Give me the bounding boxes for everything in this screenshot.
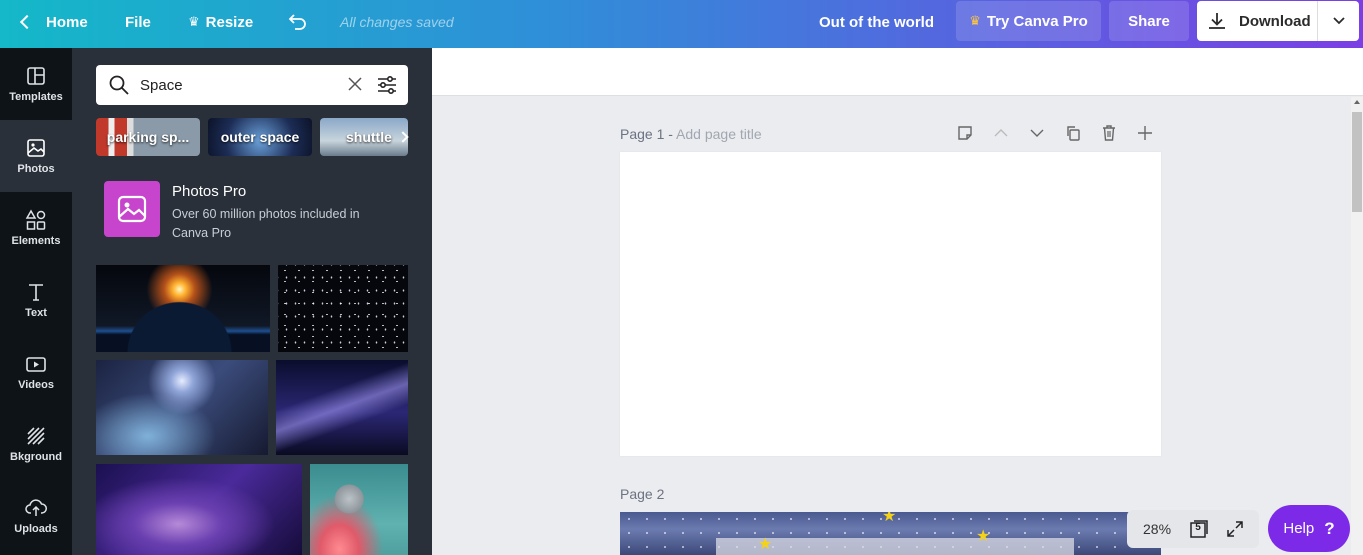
photos-panel: parking sp... outer space shuttle Photos… <box>72 48 432 555</box>
rail-label: Bkground <box>10 451 62 463</box>
search-input[interactable] <box>140 73 340 97</box>
home-button[interactable]: Home <box>19 0 88 44</box>
photo-thumbnail[interactable] <box>310 464 408 555</box>
rail-label: Elements <box>11 235 61 247</box>
chevron-up-icon[interactable] <box>992 124 1010 142</box>
download-icon <box>1209 13 1225 29</box>
undo-button[interactable] <box>288 0 308 44</box>
rail-label: Templates <box>9 91 63 103</box>
photo-thumbnail[interactable] <box>96 265 270 352</box>
photo-thumbnail[interactable] <box>278 265 408 352</box>
fullscreen-icon[interactable] <box>1226 520 1244 538</box>
design-title[interactable]: Out of the world <box>819 0 934 44</box>
editor-toolbar <box>432 48 1363 96</box>
crown-icon: ♛ <box>969 13 981 28</box>
photos-icon <box>27 139 45 157</box>
photos-pro-card[interactable]: Photos Pro Over 60 million photos includ… <box>104 181 404 241</box>
rail-item-text[interactable]: Text <box>0 264 72 336</box>
chip-label: parking sp... <box>106 129 190 145</box>
photo-thumbnail[interactable] <box>96 464 302 555</box>
page-1-title[interactable]: Page 1 - Add page title <box>620 126 762 142</box>
photos-pro-title: Photos Pro <box>172 183 247 200</box>
chevron-right-icon <box>397 131 409 143</box>
zoom-level[interactable]: 28% <box>1143 521 1171 537</box>
image-icon <box>117 195 147 223</box>
share-label: Share <box>1128 12 1170 30</box>
scrollbar-thumb[interactable] <box>1352 112 1362 212</box>
crown-icon: ♛ <box>188 14 200 29</box>
videos-icon <box>26 357 46 372</box>
chips-next-button[interactable] <box>394 128 412 146</box>
download-options-button[interactable] <box>1318 17 1359 25</box>
suggestion-chip[interactable]: outer space <box>208 118 312 156</box>
rail-item-templates[interactable]: Templates <box>0 48 72 120</box>
left-rail: Templates Photos Elements Text Videos Bk… <box>0 48 72 555</box>
notes-icon[interactable] <box>956 124 974 142</box>
rail-label: Text <box>25 307 47 319</box>
rail-item-uploads[interactable]: Uploads <box>0 480 72 552</box>
background-icon <box>27 427 45 445</box>
filter-icon[interactable] <box>376 74 398 96</box>
help-label: Help <box>1283 520 1315 537</box>
page-1-label: Page 1 - <box>620 126 677 142</box>
file-menu-button[interactable]: File <box>125 0 151 44</box>
rail-item-photos[interactable]: Photos <box>0 120 72 192</box>
try-pro-label: Try Canva Pro <box>986 12 1088 30</box>
rail-item-videos[interactable]: Videos <box>0 336 72 408</box>
rail-label: Uploads <box>14 523 58 535</box>
search-icon <box>109 75 129 95</box>
zoom-controls: 28% 5 <box>1127 510 1259 548</box>
page-1-canvas[interactable] <box>620 152 1161 456</box>
trash-icon[interactable] <box>1100 124 1118 142</box>
undo-icon <box>288 14 306 30</box>
rail-label: Videos <box>18 379 54 391</box>
page-2-title[interactable]: Page 2 <box>620 486 664 502</box>
page-count: 5 <box>1195 522 1201 533</box>
rail-item-elements[interactable]: Elements <box>0 192 72 264</box>
resize-button[interactable]: ♛ Resize <box>188 0 253 44</box>
photos-pro-description: Over 60 million photos included in Canva… <box>172 207 360 240</box>
resize-label: Resize <box>205 13 254 31</box>
photo-thumbnail[interactable] <box>96 360 268 455</box>
top-bar: Home File ♛ Resize All changes saved Out… <box>0 0 1363 48</box>
rail-item-background[interactable]: Bkground <box>0 408 72 480</box>
suggestion-chip[interactable]: parking sp... <box>96 118 200 156</box>
download-main[interactable]: Download <box>1197 1 1318 41</box>
page-tools <box>956 124 1154 142</box>
chip-label: outer space <box>220 129 300 145</box>
download-button[interactable]: Download <box>1197 1 1359 41</box>
search-box[interactable] <box>96 65 408 105</box>
text-icon <box>29 284 43 301</box>
star-icon: ★ <box>976 528 991 545</box>
elements-icon <box>25 209 46 230</box>
download-label: Download <box>1239 12 1311 30</box>
chip-label: shuttle <box>346 129 392 145</box>
share-button[interactable]: Share <box>1109 1 1189 41</box>
rail-label: Photos <box>17 163 55 175</box>
chevron-left-icon <box>19 14 35 30</box>
star-icon: ★ <box>758 536 773 553</box>
page-2-canvas[interactable]: ★ ★ ★ <box>620 512 1161 555</box>
add-page-icon[interactable] <box>1136 124 1154 142</box>
uploads-icon <box>25 499 47 516</box>
photos-pro-icon <box>104 181 160 237</box>
templates-icon <box>27 67 45 85</box>
chevron-down-icon <box>1332 17 1345 25</box>
file-label: File <box>125 13 151 31</box>
home-label: Home <box>46 13 88 31</box>
help-button[interactable]: Help ? <box>1268 505 1350 552</box>
save-status: All changes saved <box>340 14 454 30</box>
question-mark-icon: ? <box>1324 518 1335 538</box>
star-icon: ★ <box>882 512 897 525</box>
chevron-down-icon[interactable] <box>1028 124 1046 142</box>
scroll-up-arrow[interactable] <box>1354 100 1360 104</box>
photo-thumbnail[interactable] <box>276 360 408 455</box>
add-page-title[interactable]: Add page title <box>676 126 762 142</box>
duplicate-icon[interactable] <box>1064 124 1082 142</box>
try-pro-button[interactable]: ♛ Try Canva Pro <box>956 1 1101 41</box>
close-icon[interactable] <box>346 75 364 93</box>
